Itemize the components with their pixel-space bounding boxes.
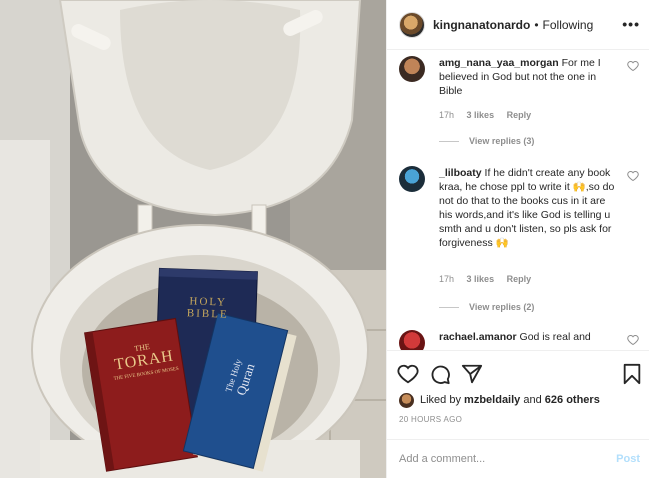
- comment-username[interactable]: _lilboaty: [439, 167, 482, 179]
- share-icon[interactable]: [461, 363, 483, 385]
- view-replies-label: View replies (2): [469, 302, 535, 312]
- comment-like-heart-icon[interactable]: [627, 170, 639, 182]
- comment-item: _lilboaty If he didn't create any book k…: [399, 166, 639, 326]
- add-comment-bar: Post: [387, 440, 649, 478]
- bookmark-icon[interactable]: [621, 363, 643, 385]
- comment-item: rachael.amanor God is real and: [399, 330, 639, 350]
- commenter-avatar[interactable]: [399, 330, 425, 350]
- comment-text-block: amg_nana_yaa_morgan For me I believed in…: [439, 56, 619, 98]
- toilet-photo-illustration: [0, 0, 386, 478]
- author-username[interactable]: kingnanatonardo: [433, 18, 530, 32]
- comment-time: 17h: [439, 274, 455, 284]
- commenter-avatar[interactable]: [399, 56, 425, 82]
- comment-meta: 17h 3 likes Reply: [439, 110, 541, 120]
- post-comment-button[interactable]: Post: [616, 453, 640, 465]
- replies-divider-line: [439, 306, 459, 308]
- author-avatar[interactable]: [399, 11, 425, 38]
- comment-like-heart-icon[interactable]: [627, 60, 639, 72]
- liked-by-user[interactable]: mzbeldaily: [464, 394, 520, 406]
- view-replies-button[interactable]: View replies (3): [439, 136, 534, 146]
- comment-username[interactable]: rachael.amanor: [439, 331, 517, 343]
- view-replies-label: View replies (3): [469, 136, 535, 146]
- post-actions: Liked by mzbeldaily and 626 others 20 HO…: [387, 350, 649, 440]
- comment-item: amg_nana_yaa_morgan For me I believed in…: [399, 56, 639, 166]
- view-replies-button[interactable]: View replies (2): [439, 302, 534, 312]
- comment-like-heart-icon[interactable]: [627, 334, 639, 346]
- post-header: kingnanatonardo • Following •••: [387, 0, 649, 50]
- comment-reply-button[interactable]: Reply: [507, 110, 532, 120]
- liked-by-avatar[interactable]: [399, 392, 414, 408]
- replies-divider-line: [439, 140, 459, 142]
- post-timestamp[interactable]: 20 HOURS AGO: [399, 415, 462, 424]
- liked-by-others[interactable]: 626 others: [545, 394, 600, 406]
- comment-text-block: _lilboaty If he didn't create any book k…: [439, 166, 619, 250]
- comment-text: If he didn't create any book kraa, he ch…: [439, 167, 615, 249]
- liked-by-and: and: [523, 394, 542, 406]
- commenter-avatar[interactable]: [399, 166, 425, 192]
- heart-icon[interactable]: [397, 363, 419, 385]
- comment-time: 17h: [439, 110, 455, 120]
- comment-icon[interactable]: [429, 363, 451, 385]
- more-options-icon[interactable]: •••: [622, 16, 640, 32]
- post-photo[interactable]: THE TORAH THE FIVE BOOKS OF MOSES HOLY B…: [0, 0, 386, 478]
- comments-list[interactable]: amg_nana_yaa_morgan For me I believed in…: [387, 50, 649, 350]
- comment-meta: 17h 3 likes Reply: [439, 274, 541, 284]
- comment-input[interactable]: [399, 453, 617, 465]
- liked-by-row: Liked by mzbeldaily and 626 others: [399, 391, 600, 409]
- bible-book: HOLY BIBLE: [168, 295, 249, 322]
- header-separator: •: [534, 17, 539, 32]
- comment-username[interactable]: amg_nana_yaa_morgan: [439, 57, 559, 69]
- comment-likes[interactable]: 3 likes: [467, 110, 495, 120]
- comment-text: God is real and: [519, 331, 591, 343]
- post-side-panel: kingnanatonardo • Following ••• amg_nana…: [386, 0, 649, 478]
- comment-likes[interactable]: 3 likes: [467, 274, 495, 284]
- comment-reply-button[interactable]: Reply: [507, 274, 532, 284]
- following-button[interactable]: Following: [543, 18, 594, 32]
- comment-text-block: rachael.amanor God is real and: [439, 330, 619, 344]
- liked-by-prefix: Liked by: [420, 394, 461, 406]
